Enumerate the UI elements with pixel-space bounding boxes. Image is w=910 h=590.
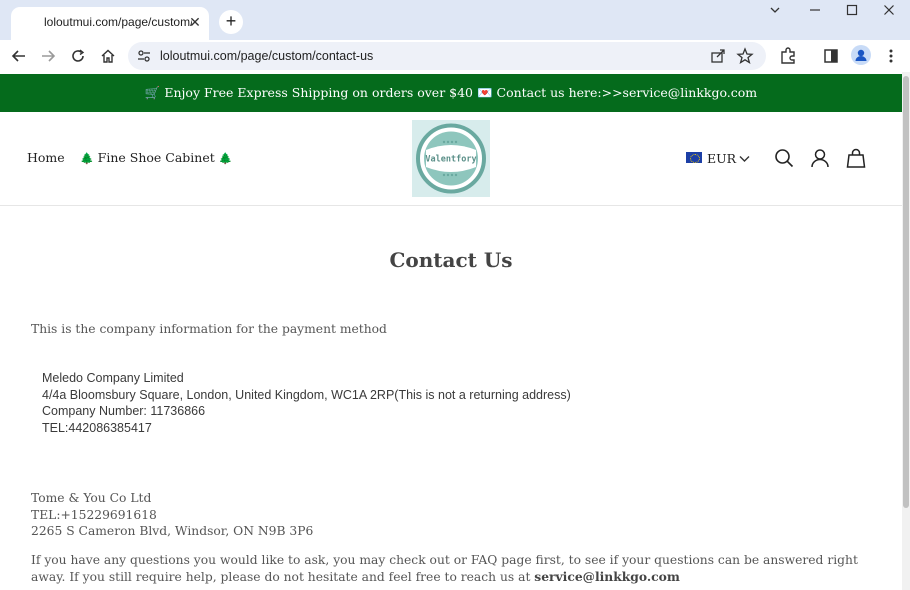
store-logo[interactable]: Valentfory: [412, 120, 490, 197]
company-number: Company Number: 11736866: [42, 404, 206, 418]
tab-search-icon[interactable]: [760, 4, 790, 22]
company-name: Meledo Company Limited: [42, 371, 184, 385]
reload-icon[interactable]: [66, 44, 90, 68]
currency-selector[interactable]: EUR: [686, 150, 750, 166]
search-icon[interactable]: [774, 148, 794, 168]
kebab-menu-icon[interactable]: [881, 46, 901, 66]
second-company-address: 2265 S Cameron Blvd, Windsor, ON N9B 3P6: [31, 524, 314, 538]
currency-code: EUR: [707, 151, 737, 167]
company-info-image: Meledo Company Limited 4/4a Bloomsbury S…: [42, 370, 571, 436]
announcement-bar[interactable]: 🛒 Enjoy Free Express Shipping on orders …: [0, 74, 902, 112]
company-tel: TEL:442086385417: [42, 420, 152, 435]
shopping-bag-icon[interactable]: [846, 148, 866, 168]
share-icon[interactable]: [710, 48, 726, 64]
browser-tab[interactable]: loloutmui.com/page/custom/contact-us ✕: [11, 7, 209, 40]
profile-avatar-icon[interactable]: [851, 45, 871, 65]
second-company-info: Tome & You Co Ltd TEL:+15229691618 2265 …: [31, 490, 313, 540]
tree-emoji-icon: 🌲: [218, 152, 233, 165]
maximize-icon[interactable]: [837, 4, 867, 22]
browser-tab-strip: loloutmui.com/page/custom/contact-us ✕ +: [0, 0, 910, 40]
help-text: If you have any questions you would like…: [31, 552, 881, 585]
tab-title: loloutmui.com/page/custom/contact-us: [44, 15, 192, 29]
second-company-name: Tome & You Co Ltd: [31, 491, 152, 505]
scrollbar-thumb[interactable]: [903, 76, 909, 508]
nav-shoe-cabinet-link[interactable]: 🌲 Fine Shoe Cabinet 🌲: [80, 150, 232, 165]
extensions-puzzle-icon[interactable]: [778, 46, 798, 66]
help-email-link[interactable]: service@linkkgo.com: [534, 569, 680, 584]
site-info-icon[interactable]: [136, 48, 152, 64]
page-scrollbar[interactable]: [902, 72, 910, 590]
help-text-body: If you have any questions you would like…: [31, 553, 858, 584]
side-panel-icon[interactable]: [821, 46, 841, 66]
tab-close-button[interactable]: ✕: [186, 13, 204, 31]
nav-shoe-cabinet-label: Fine Shoe Cabinet: [93, 150, 219, 165]
nav-home-link[interactable]: Home: [27, 150, 65, 165]
minimize-icon[interactable]: [800, 4, 830, 22]
bookmark-star-icon[interactable]: [736, 47, 754, 65]
new-tab-button[interactable]: +: [219, 10, 243, 34]
back-icon[interactable]: [7, 44, 31, 68]
forward-icon[interactable]: [36, 44, 60, 68]
chevron-down-icon: [739, 155, 750, 162]
eu-flag-icon: [686, 152, 702, 164]
logo-text: Valentfory: [425, 155, 476, 165]
close-window-icon[interactable]: [874, 4, 904, 22]
account-user-icon[interactable]: [810, 148, 830, 168]
page-title: Contact Us: [389, 248, 513, 272]
site-header: Home 🌲 Fine Shoe Cabinet 🌲 Valentfory EU…: [0, 112, 902, 206]
intro-text: This is the company information for the …: [31, 322, 387, 336]
address-bar[interactable]: loloutmui.com/page/custom/contact-us: [128, 42, 766, 70]
browser-toolbar: loloutmui.com/page/custom/contact-us: [0, 40, 910, 72]
second-company-tel: TEL:+15229691618: [31, 507, 157, 522]
home-icon[interactable]: [96, 44, 120, 68]
url-text[interactable]: loloutmui.com/page/custom/contact-us: [160, 49, 373, 63]
company-address: 4/4a Bloomsbury Square, London, United K…: [42, 387, 571, 402]
tree-emoji-icon: 🌲: [80, 152, 94, 165]
page-viewport: 🛒 Enjoy Free Express Shipping on orders …: [0, 72, 902, 590]
